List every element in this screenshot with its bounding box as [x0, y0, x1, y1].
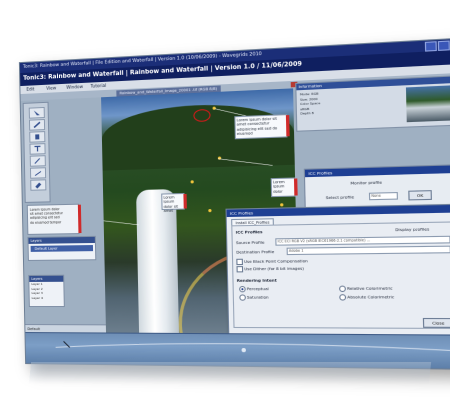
- icc-header: ICC Profiles: [235, 228, 263, 235]
- annotation-box-2[interactable]: Lorem ipsum dolor sit amet: [161, 192, 187, 213]
- notes-panel-marker: [77, 204, 82, 234]
- eraser-icon: [35, 181, 42, 188]
- layer-default-item[interactable]: Default Layer: [30, 245, 94, 252]
- layers-list-panel: Layers Layer 1 Layer 2 Layer 3 Layer 4: [28, 274, 65, 308]
- annotation-box-1[interactable]: Lorem ipsum dolor sit amet consectetur a…: [234, 114, 290, 140]
- icc-dialog-title-text: ICC Profiles: [229, 210, 254, 216]
- rendering-intent-header: Rendering Intent: [236, 277, 277, 283]
- intent-relative-radio[interactable]: [339, 285, 346, 293]
- monitor-profile-label: Monitor profile: [350, 179, 383, 186]
- dither-checkbox[interactable]: [236, 266, 244, 273]
- annotation-flag: [285, 115, 290, 137]
- app-window: Tonic3: Rainbow and Waterfall | File Edi…: [18, 37, 450, 370]
- icc-close-button[interactable]: Close: [422, 317, 450, 328]
- tool-hand[interactable]: [29, 131, 46, 143]
- layer-item[interactable]: Layer 4: [32, 296, 64, 301]
- tool-text[interactable]: [29, 143, 46, 155]
- arrow-icon: [33, 110, 40, 115]
- window-reflection: [28, 362, 432, 384]
- notes-panel: Lorem ipsum dolor sit amet consectetur a…: [26, 203, 82, 235]
- black-point-label: Use Black Point Compensation: [243, 258, 308, 264]
- layers-panel-title: Layers: [28, 236, 95, 244]
- info-panel: Information Mode: RGB Size: 2000 Color S…: [295, 75, 450, 132]
- product-shot: Tonic3: Rainbow and Waterfall | File Edi…: [0, 0, 450, 400]
- text-icon: [34, 145, 41, 151]
- display-profiles-link[interactable]: Display profiles: [395, 226, 429, 232]
- intent-saturation-radio[interactable]: [239, 294, 246, 301]
- brush-icon: [33, 121, 41, 128]
- hand-icon: [35, 133, 40, 140]
- black-point-checkbox[interactable]: [236, 258, 243, 266]
- line-icon: [34, 170, 42, 176]
- icc-small-title-text: ICC Profiles: [308, 170, 333, 177]
- navigator-thumbnail[interactable]: [405, 85, 450, 123]
- destination-profile-label: Destination Profile: [236, 248, 275, 255]
- profile-select[interactable]: None: [368, 192, 398, 201]
- notes-line-4: do eiusmod tempor: [30, 219, 62, 225]
- layers-panel: Layers Default Layer: [27, 235, 97, 261]
- tool-arrow[interactable]: [28, 106, 45, 119]
- intent-absolute-label: Absolute Colorimetric: [347, 294, 395, 300]
- annotation-text-1: Lorem ipsum dolor sit amet consectetur a…: [236, 116, 278, 137]
- source-profile-label: Source Profile: [235, 239, 265, 246]
- intent-perceptual-radio[interactable]: [239, 286, 246, 293]
- annotation-text-3: Lorem ipsum dolor: [272, 179, 285, 194]
- tool-brush[interactable]: [28, 119, 46, 131]
- annotation-flag: [183, 193, 187, 209]
- intent-absolute-radio[interactable]: [339, 294, 347, 301]
- icc-small-title: ICC Profiles: [304, 165, 450, 178]
- ok-button[interactable]: OK: [408, 190, 432, 201]
- dither-label: Use Dither (for 8 bit images): [244, 265, 305, 272]
- tool-pen[interactable]: [29, 155, 46, 167]
- intent-relative-label: Relative Colorimetric: [346, 285, 393, 291]
- select-profile-label: Select profile: [325, 194, 355, 201]
- annotation-box-3[interactable]: Lorem ipsum dolor: [270, 177, 298, 198]
- tool-eraser[interactable]: [30, 179, 47, 191]
- tools-panel: [22, 101, 51, 203]
- intent-perceptual-label: Perceptual: [246, 285, 269, 292]
- tool-line[interactable]: [29, 167, 47, 179]
- intent-saturation-label: Saturation: [246, 294, 269, 300]
- annotation-flag: [293, 178, 298, 196]
- icc-profiles-dialog: ICC Profiles Install ICC_Profiles ICC Pr…: [225, 203, 450, 336]
- pen-icon: [34, 157, 40, 164]
